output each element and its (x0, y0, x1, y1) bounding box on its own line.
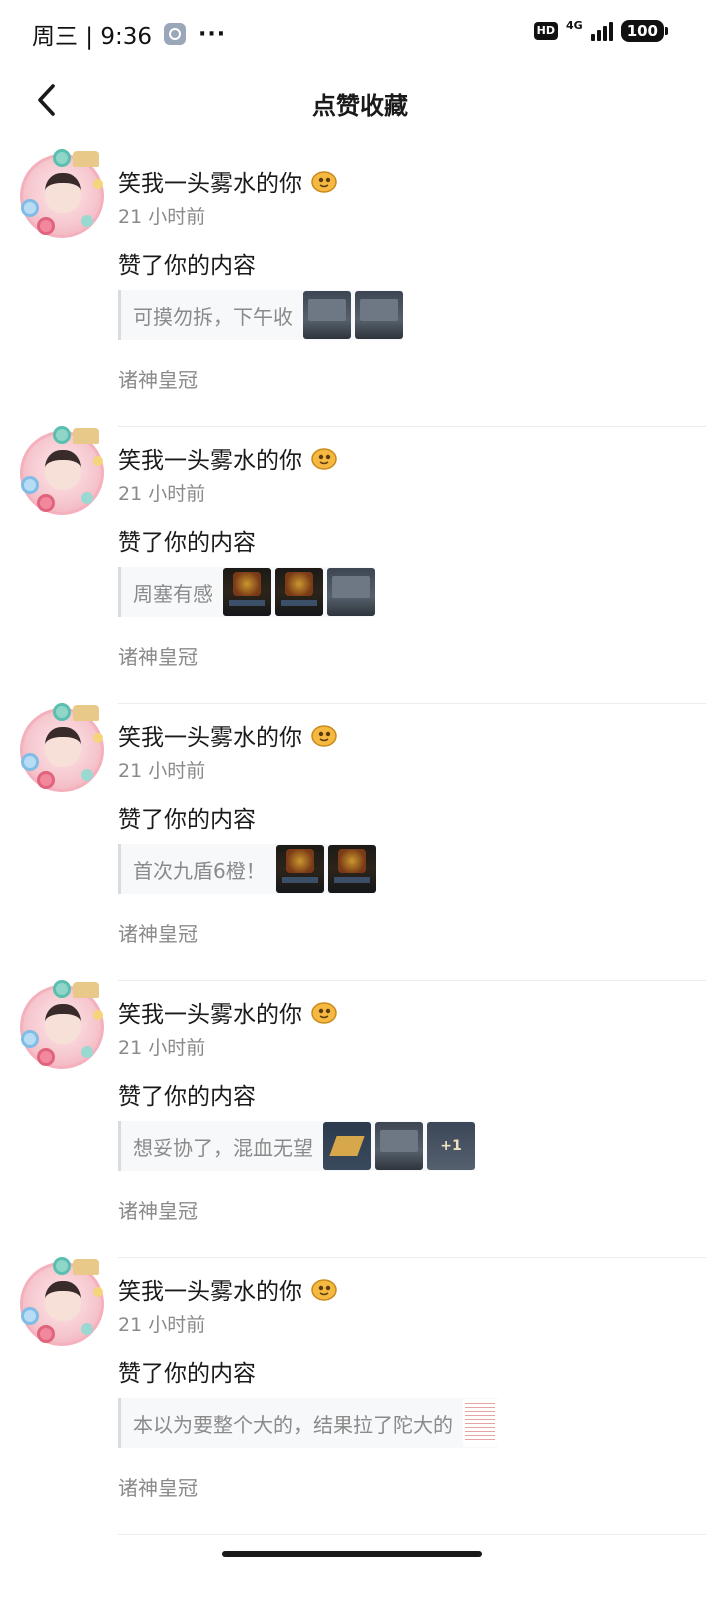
action-text: 赞了你的内容 (118, 807, 256, 833)
post-thumbnail[interactable] (463, 1399, 497, 1447)
thumbnail-strip (463, 1399, 497, 1447)
avatar[interactable] (20, 703, 104, 792)
thumbnail-strip: +1 (323, 1122, 475, 1170)
status-right: HD 4G 100 (533, 18, 669, 42)
level-badge-icon (311, 1002, 337, 1024)
hd-icon: HD (533, 22, 558, 40)
username[interactable]: 笑我一头雾水的你 (118, 164, 302, 198)
home-indicator[interactable] (222, 1551, 482, 1557)
page-title: 点赞收藏 (312, 92, 408, 120)
status-bar: 周三 | 9:36 ··· HD 4G 100 (0, 0, 720, 64)
quoted-post[interactable]: 周塞有感 (118, 567, 375, 617)
timestamp: 21 小时前 (118, 483, 206, 505)
action-text: 赞了你的内容 (118, 1361, 256, 1387)
level-badge-icon (311, 171, 337, 193)
quoted-post-text: 本以为要整个大的，结果拉了陀大的 (133, 1412, 453, 1437)
username-row: 笑我一头雾水的你 (118, 441, 338, 475)
avatar[interactable] (20, 980, 104, 1069)
forum-name[interactable]: 诸神皇冠 (118, 1195, 198, 1224)
thumbnail-overlay-text: +1 (440, 1138, 462, 1154)
quoted-post[interactable]: 首次九盾6橙！ (118, 844, 376, 894)
post-thumbnail[interactable] (223, 568, 271, 616)
username[interactable]: 笑我一头雾水的你 (118, 718, 302, 752)
post-thumbnail[interactable] (327, 845, 376, 893)
notification-item[interactable]: 笑我一头雾水的你 21 小时前 赞了你的内容 首次九盾6橙！ 诸神皇冠 (0, 703, 720, 981)
status-left: 周三 | 9:36 ··· (32, 17, 226, 51)
action-text: 赞了你的内容 (118, 253, 256, 279)
notification-item[interactable]: 笑我一头雾水的你 21 小时前 赞了你的内容 本以为要整个大的，结果拉了陀大的 … (0, 1257, 720, 1535)
timestamp: 21 小时前 (118, 1037, 206, 1059)
forum-name[interactable]: 诸神皇冠 (118, 918, 198, 947)
notification-list[interactable]: 笑我一头雾水的你 21 小时前 赞了你的内容 可摸勿拆，下午收 诸神皇冠 笑我一… (0, 149, 720, 1535)
post-thumbnail[interactable] (275, 845, 324, 893)
thumbnail-strip (223, 568, 375, 616)
post-thumbnail[interactable] (303, 291, 351, 339)
avatar[interactable] (20, 1257, 104, 1346)
post-thumbnail[interactable] (355, 291, 403, 339)
header: 点赞收藏 (0, 64, 720, 136)
thumbnail-strip (275, 845, 376, 893)
post-thumbnail[interactable]: +1 (427, 1122, 475, 1170)
notification-item[interactable]: 笑我一头雾水的你 21 小时前 赞了你的内容 想妥协了，混血无望 +1 诸神皇冠 (0, 980, 720, 1258)
post-thumbnail[interactable] (323, 1122, 371, 1170)
avatar[interactable] (20, 149, 104, 238)
network-type: 4G (566, 18, 583, 32)
timestamp: 21 小时前 (118, 760, 206, 782)
forum-name[interactable]: 诸神皇冠 (118, 641, 198, 670)
level-badge-icon (311, 1279, 337, 1301)
timestamp: 21 小时前 (118, 206, 206, 228)
forum-name[interactable]: 诸神皇冠 (118, 1472, 198, 1501)
more-notifications-icon: ··· (198, 21, 227, 47)
action-text: 赞了你的内容 (118, 1084, 256, 1110)
username[interactable]: 笑我一头雾水的你 (118, 441, 302, 475)
notification-item[interactable]: 笑我一头雾水的你 21 小时前 赞了你的内容 可摸勿拆，下午收 诸神皇冠 (0, 149, 720, 427)
quoted-post[interactable]: 本以为要整个大的，结果拉了陀大的 (118, 1398, 497, 1448)
username-row: 笑我一头雾水的你 (118, 164, 338, 198)
quoted-post-text: 周塞有感 (133, 581, 213, 606)
notification-item[interactable]: 笑我一头雾水的你 21 小时前 赞了你的内容 周塞有感 诸神皇冠 (0, 426, 720, 704)
forum-name[interactable]: 诸神皇冠 (118, 364, 198, 393)
post-thumbnail[interactable] (375, 1122, 423, 1170)
quoted-post-text: 想妥协了，混血无望 (133, 1135, 313, 1160)
timestamp: 21 小时前 (118, 1314, 206, 1336)
username[interactable]: 笑我一头雾水的你 (118, 1272, 302, 1306)
quoted-post[interactable]: 想妥协了，混血无望 +1 (118, 1121, 475, 1171)
username-row: 笑我一头雾水的你 (118, 1272, 338, 1306)
level-badge-icon (311, 725, 337, 747)
action-text: 赞了你的内容 (118, 530, 256, 556)
signal-icon (590, 21, 613, 41)
post-thumbnail[interactable] (275, 568, 323, 616)
app-notification-icon (164, 23, 187, 45)
username-row: 笑我一头雾水的你 (118, 995, 338, 1029)
thumbnail-strip (303, 291, 403, 339)
divider (118, 1534, 706, 1535)
username[interactable]: 笑我一头雾水的你 (118, 995, 302, 1029)
username-row: 笑我一头雾水的你 (118, 718, 338, 752)
quoted-post[interactable]: 可摸勿拆，下午收 (118, 290, 403, 340)
quoted-post-text: 可摸勿拆，下午收 (133, 304, 293, 329)
quoted-post-text: 首次九盾6橙！ (133, 858, 266, 883)
avatar[interactable] (20, 426, 104, 515)
status-time: 周三 | 9:36 (32, 24, 153, 50)
post-thumbnail[interactable] (327, 568, 375, 616)
level-badge-icon (311, 448, 337, 470)
battery-icon: 100 (620, 20, 669, 42)
